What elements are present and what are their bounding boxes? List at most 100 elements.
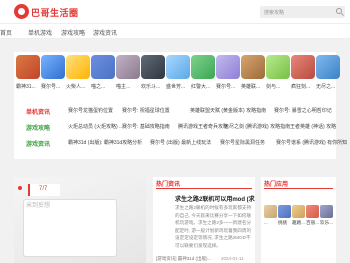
slide-counter: 7/7 (39, 186, 48, 192)
search-box[interactable]: 搜索攻略 (260, 6, 345, 18)
app-name: 欢乐斗... (141, 84, 161, 90)
app-name: 无尽之... (316, 84, 336, 90)
app-name: 赛尔号... (41, 84, 61, 90)
app-name: 喵主... (116, 84, 131, 90)
app-icon[interactable] (306, 205, 319, 218)
news-link[interactable]: [游戏资讯] 霸神31d (出版)... (156, 256, 220, 262)
app-name: 盛世芳... (166, 84, 186, 90)
app-item[interactable]: 红警大... (191, 55, 215, 95)
app-icon[interactable] (278, 205, 291, 218)
hot-app-item[interactable]: 欢乐... (320, 205, 333, 239)
app-name: 趣路... (292, 220, 306, 225)
game-icon[interactable] (141, 55, 165, 79)
app-name: 赛尔号... (216, 84, 236, 90)
game-icon[interactable] (16, 55, 40, 79)
app-name: 霸神31... (16, 84, 36, 90)
game-icon[interactable] (166, 55, 190, 79)
site-logo-icon[interactable] (14, 4, 29, 19)
header: 巴哥生活圈 搜索攻略 (0, 0, 350, 23)
nav-news[interactable]: 游戏资讯 (93, 28, 117, 37)
app-icon[interactable] (320, 205, 333, 218)
hot-news-title: 热门资讯 (156, 182, 181, 188)
app-item[interactable]: 火柴人... (66, 55, 90, 95)
featured-slider[interactable]: 米到妄想 7/7 (14, 177, 146, 263)
category-link[interactable]: 赛尔号: 暴雪之心明哲印记 (274, 107, 332, 114)
hot-app-item[interactable]: 趣路... (292, 205, 305, 239)
category-link[interactable]: 王者英雄 (神话) 攻略 (290, 123, 336, 130)
app-name: 欢乐... (320, 220, 334, 225)
app-icon-row: 霸神31... 赛尔号... 火柴人... 喵之... 喵主... 欢乐斗...… (16, 55, 340, 95)
category-link[interactable]: 赛尔号: 基础攻略指南 (122, 123, 170, 130)
game-icon[interactable] (241, 55, 265, 79)
game-icon[interactable] (41, 55, 65, 79)
app-item[interactable]: 英雄联... (241, 55, 265, 95)
hot-news-card: 热门资讯 求生之路2联机可以用mod (求生... 求生之路2联机的时候有多玩家… (153, 177, 255, 263)
featured-article-body: 求生之路2联机的时候有多玩家都支持的自己, 今天就来比赛分享一下如何联机玩游戏。… (175, 205, 252, 248)
app-item[interactable]: 无尽之... (316, 55, 340, 95)
app-name: ... (264, 220, 268, 225)
game-icon[interactable] (91, 55, 115, 79)
app-item[interactable]: 霸神31... (16, 55, 40, 95)
search-icon[interactable] (336, 8, 342, 14)
category-link[interactable]: 赛尔号龙猫蛋钓位置 (68, 107, 113, 114)
game-icon[interactable] (266, 55, 290, 79)
category-link[interactable]: 赛尔号 (出版) 最新上线玩法 (150, 139, 211, 146)
category-label[interactable]: 游戏攻略 (26, 123, 50, 132)
app-name: 剑与... (266, 84, 281, 90)
category-row: 游戏攻略 火炬总动员 (火炬攻略) ... 赛尔号: 基础攻略指南 腾讯游戏王者… (26, 123, 336, 133)
app-name: 喵之... (91, 84, 106, 90)
app-name: 挑挑 (278, 220, 288, 225)
app-name: 红警大... (191, 84, 211, 90)
app-name: 疯狂刻... (291, 84, 311, 90)
app-item[interactable]: 疯狂刻... (291, 55, 315, 95)
app-icon[interactable] (292, 205, 305, 218)
main-nav: 首页 单机游戏 游戏攻略 游戏资讯 (0, 23, 350, 39)
category-link[interactable]: 霸神31d (出版): 霸神31d攻略分析 (68, 139, 142, 146)
divider (156, 188, 252, 189)
hot-apps-title: 热门应用 (264, 182, 289, 188)
divider (264, 188, 333, 189)
slide-caption: 米到妄想 (26, 203, 51, 209)
app-item[interactable]: 盛世芳... (166, 55, 190, 95)
category-link[interactable]: 赛尔号星际黑洞任务 (220, 139, 265, 146)
app-name: 英雄联... (241, 84, 261, 90)
game-icon[interactable] (216, 55, 240, 79)
app-strip: 霸神31... 赛尔号... 火柴人... 喵之... 喵主... 欢乐斗...… (14, 52, 347, 159)
site-name[interactable]: 巴哥生活圈 (31, 6, 79, 19)
hot-app-item[interactable]: 挑挑 (278, 205, 291, 239)
app-item[interactable]: 喵主... (116, 55, 140, 95)
category-link[interactable]: 无尽之剑 (腾讯游戏) 攻略指南 (224, 123, 290, 130)
game-icon[interactable] (116, 55, 140, 79)
news-date: 2024-01-11 (221, 256, 244, 261)
nav-guides[interactable]: 游戏攻略 (61, 28, 85, 37)
hot-apps-card: 热门应用 ... 挑挑 趣路... 百丽... 欢乐... (261, 177, 336, 263)
hot-app-item[interactable]: 百丽... (306, 205, 319, 239)
category-label[interactable]: 游戏资讯 (26, 139, 50, 148)
app-icon[interactable] (264, 205, 277, 218)
featured-article-title[interactable]: 求生之路2联机可以用mod (求生... (175, 194, 255, 203)
app-item[interactable]: 喵之... (91, 55, 115, 95)
slide-counter-box: 7/7 (28, 184, 60, 196)
category-link[interactable]: 赛尔号: 祝福星球位置 (122, 107, 170, 114)
game-icon[interactable] (316, 55, 340, 79)
category-label[interactable]: 单机资讯 (26, 107, 50, 116)
category-link[interactable]: 腾讯游戏王者奇兵攻略 (178, 123, 228, 130)
nav-single-player[interactable]: 单机游戏 (28, 28, 52, 37)
category-row: 游戏资讯 霸神31d (出版): 霸神31d攻略分析 赛尔号 (出版) 最新上线… (26, 139, 347, 149)
category-link[interactable]: 英雄联盟天赋 (黄金版本) 攻略指南 (190, 107, 266, 114)
hot-app-item[interactable]: ... (264, 205, 277, 239)
app-item[interactable]: 赛尔号... (41, 55, 65, 95)
game-icon[interactable] (191, 55, 215, 79)
game-icon[interactable] (66, 55, 90, 79)
nav-home[interactable]: 首页 (0, 28, 12, 37)
category-link[interactable]: 赛尔号谱系 (腾讯游戏) 有你所知 (276, 139, 347, 146)
app-item[interactable]: 欢乐斗... (141, 55, 165, 95)
app-item[interactable]: 剑与... (266, 55, 290, 95)
search-input[interactable]: 搜索攻略 (264, 9, 284, 16)
category-row: 单机资讯 赛尔号龙猫蛋钓位置 赛尔号: 祝福星球位置 英雄联盟天赋 (黄金版本)… (26, 107, 334, 117)
category-link[interactable]: 火炬总动员 (火炬攻略) ... (68, 123, 123, 130)
app-name: 百丽... (306, 220, 320, 225)
app-item[interactable]: 赛尔号... (216, 55, 240, 95)
game-icon[interactable] (291, 55, 315, 79)
slider-dot[interactable] (18, 186, 22, 190)
